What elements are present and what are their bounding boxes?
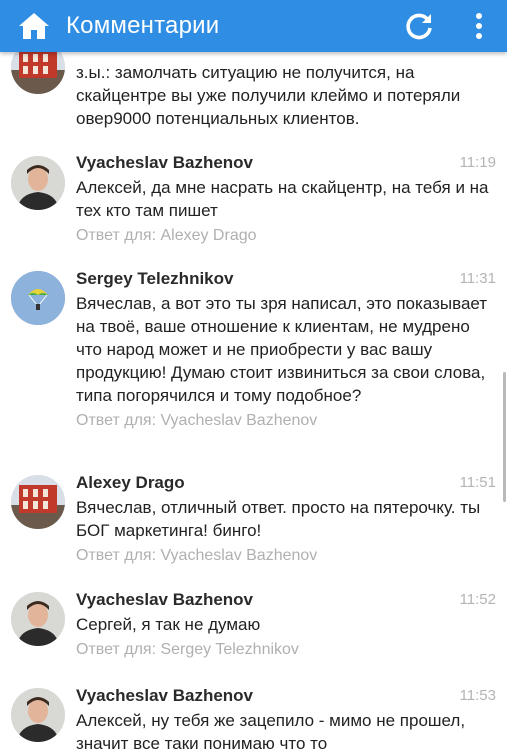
reply-to-label[interactable]: Ответ для: Vyacheslav Bazhenov [76,545,500,567]
man-avatar-image [11,592,65,646]
comment-time: 11:53 [459,687,496,704]
comment-item[interactable]: Sergey Telezhnikov 11:31 Вячеслав, а вот… [0,264,507,454]
comment-item[interactable]: Alexey Drago 11:51 Вячеслав, отличный от… [0,469,507,569]
comments-feed[interactable]: з.ы.: замолчать ситуацию не получится, н… [0,0,507,753]
more-vert-icon[interactable] [472,12,486,40]
comment-text: Вячеслав, а вот это ты зря написал, это … [76,294,488,405]
app-bar: Комментарии [0,0,507,52]
page-title: Комментарии [66,12,220,39]
author-name[interactable]: Vyacheslav Bazhenov [76,686,253,705]
man-avatar-image [11,688,65,742]
comment-text: Алексей, ну тебя же зацепило - мимо не п… [76,711,466,753]
comment-text: з.ы.: замолчать ситуацию не получится, н… [76,63,461,128]
author-name[interactable]: Vyacheslav Bazhenov [76,590,253,609]
author-name[interactable]: Sergey Telezhnikov [76,269,233,288]
refresh-icon[interactable] [404,11,434,41]
comment-time: 11:19 [459,154,496,171]
building-avatar-image [11,475,65,529]
comment-author: Vyacheslav Bazhenov 11:19 [76,152,500,174]
comment-author: Sergey Telezhnikov 11:31 [76,268,500,290]
home-icon[interactable] [18,11,50,41]
comment-author: Vyacheslav Bazhenov 11:52 [76,589,500,611]
reply-to-label[interactable]: Ответ для: Sergey Telezhnikov [76,639,500,661]
avatar[interactable] [11,475,65,529]
avatar[interactable] [11,592,65,646]
author-name[interactable]: Vyacheslav Bazhenov [76,153,253,172]
author-name[interactable]: Alexey Drago [76,473,185,492]
reply-to-label[interactable]: Ответ для: Alexey Drago [76,225,500,247]
comment-author: Vyacheslav Bazhenov 11:53 [76,685,500,707]
comment-text: Вячеслав, отличный ответ. просто на пяте… [76,498,481,540]
comment-author: Alexey Drago 11:51 [76,472,500,494]
avatar[interactable] [11,156,65,210]
comment-item[interactable]: Vyacheslav Bazhenov 11:53 Алексей, ну те… [0,682,507,753]
comment-time: 11:51 [459,474,496,491]
comment-text: Алексей, да мне насрать на скайцентр, на… [76,178,489,220]
man-avatar-image [11,156,65,210]
avatar[interactable] [11,688,65,742]
parachute-avatar-image [11,271,65,325]
comment-text: Сергей, я так не думаю [76,615,261,634]
scrollbar[interactable] [503,372,506,502]
reply-to-label[interactable]: Ответ для: Vyacheslav Bazhenov [76,410,500,432]
comment-item[interactable]: Vyacheslav Bazhenov 11:52 Сергей, я так … [0,586,507,666]
avatar[interactable] [11,271,65,325]
comment-item[interactable]: Vyacheslav Bazhenov 11:19 Алексей, да мн… [0,148,507,248]
comment-time: 11:52 [459,591,496,608]
comment-time: 11:31 [459,270,496,287]
